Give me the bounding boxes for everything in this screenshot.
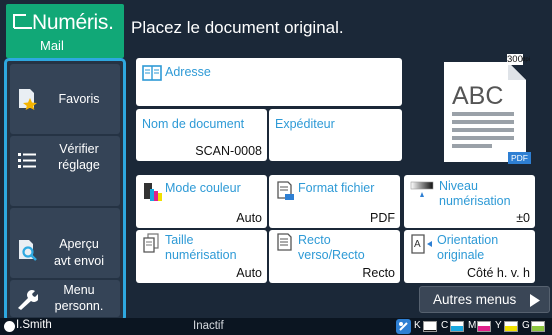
arrow-right-icon [530,294,540,307]
address-label: Adresse [165,65,211,79]
scan-size-label-1: Taille [165,233,194,247]
color-mode-icon [144,183,162,201]
ink-fill-k [424,330,436,331]
ink-level-c [450,321,464,332]
scan-level-label-2: numérisation [439,194,511,208]
ink-fill-m [478,325,490,331]
scan-level-icon [410,181,434,197]
scan-size-button[interactable]: Taille numérisation Auto [136,230,267,283]
document-name-label: Nom de document [142,117,245,131]
scan-level-label-1: Niveau [439,179,478,193]
ink-level-m [477,321,491,332]
ink-level-k [423,321,437,332]
other-menus-label: Autres menus [433,292,517,307]
favorites-button[interactable]: Favoris [10,64,120,134]
scan-level-button[interactable]: Niveau numérisation ±0 [404,175,535,228]
address-book-icon [142,65,162,81]
mode-title: Numéris. [32,11,114,34]
preview-sample-text: ABC [452,82,504,110]
orientation-icon: A [411,234,432,254]
preview-label-1: Aperçu [59,237,99,251]
check-settings-label-2: réglage [58,158,100,172]
custom-menu-button[interactable]: Menu personn. [10,280,120,317]
ink-level-g [531,321,545,332]
duplex-icon [277,233,292,251]
ink-letter-k: K [414,320,421,331]
list-icon [18,153,36,168]
user-name[interactable]: I.Smith [16,319,52,331]
ink-letter-m: M [468,320,477,331]
custom-menu-label-1: Menu [63,283,95,297]
scan-mode-icon [13,14,32,29]
svg-text:A: A [414,239,421,250]
file-format-button[interactable]: Format fichier PDF [269,175,400,228]
scan-size-value: Auto [236,266,262,280]
favorites-icon [19,89,37,110]
scan-preview-thumbnail: 300 dpi ABC PDF [438,54,532,164]
resolution-num: 300 [507,54,523,65]
color-mode-value: Auto [236,211,262,225]
orientation-label-1: Orientation [437,233,499,247]
file-format-icon [277,181,294,200]
machine-status: Inactif [193,320,224,332]
wrench-icon [18,290,38,310]
file-format-value: PDF [370,211,395,225]
custom-menu-label-2: personn. [54,299,104,313]
check-settings-label-1: Vérifier [59,142,99,156]
preview-document-image [444,62,526,162]
ink-fill-g [532,325,544,331]
favorites-label: Favoris [58,92,100,106]
sender-field[interactable]: Expéditeur [269,109,402,161]
ink-status-icon[interactable] [396,319,411,334]
pdf-badge: PDF [508,152,531,164]
user-icon [4,321,15,332]
file-format-label: Format fichier [298,181,375,195]
duplex-value: Recto [362,266,395,280]
duplex-label-1: Recto [298,233,331,247]
ink-letter-y: Y [495,320,502,331]
preview-label-2: avt envoi [53,254,105,268]
duplex-label-2: verso/Recto [298,248,365,262]
ink-letter-g: G [522,320,530,331]
orientation-button[interactable]: A Orientation originale Côté h. v. h [404,230,535,283]
scan-level-value: ±0 [516,211,530,225]
mode-subtitle: Mail [40,38,64,53]
sender-label: Expéditeur [275,117,335,131]
scan-size-label-2: numérisation [165,248,237,262]
status-bar: I.Smith Inactif K C M Y G [0,318,552,335]
color-mode-button[interactable]: Mode couleur Auto [136,175,267,228]
ink-level-y [504,321,518,332]
scan-size-icon [143,233,159,253]
left-menu: Favoris Vérifier réglage Aperçu avt envo… [4,58,126,322]
resolution-unit: dpi [522,57,531,63]
check-settings-button[interactable]: Vérifier réglage [10,136,120,206]
preview-icon [19,240,37,261]
preview-before-send-button[interactable]: Aperçu avt envoi [10,208,120,278]
ink-fill-c [451,325,463,331]
document-name-value: SCAN-0008 [195,144,262,158]
ink-fill-y [505,325,517,331]
address-field[interactable]: Adresse [136,58,402,106]
orientation-value: Côté h. v. h [467,266,530,280]
scan-mail-screen: Numéris. Mail Placez le document origina… [0,0,552,335]
duplex-button[interactable]: Recto verso/Recto Recto [269,230,400,283]
document-name-field[interactable]: Nom de document SCAN-0008 [136,109,267,161]
instruction-text: Placez le document original. [131,18,344,37]
mode-tab-scan-mail[interactable]: Numéris. Mail [6,4,124,58]
color-mode-label: Mode couleur [165,181,241,195]
other-menus-button[interactable]: Autres menus [419,286,550,313]
ink-letter-c: C [441,320,449,331]
orientation-label-2: originale [437,248,485,262]
